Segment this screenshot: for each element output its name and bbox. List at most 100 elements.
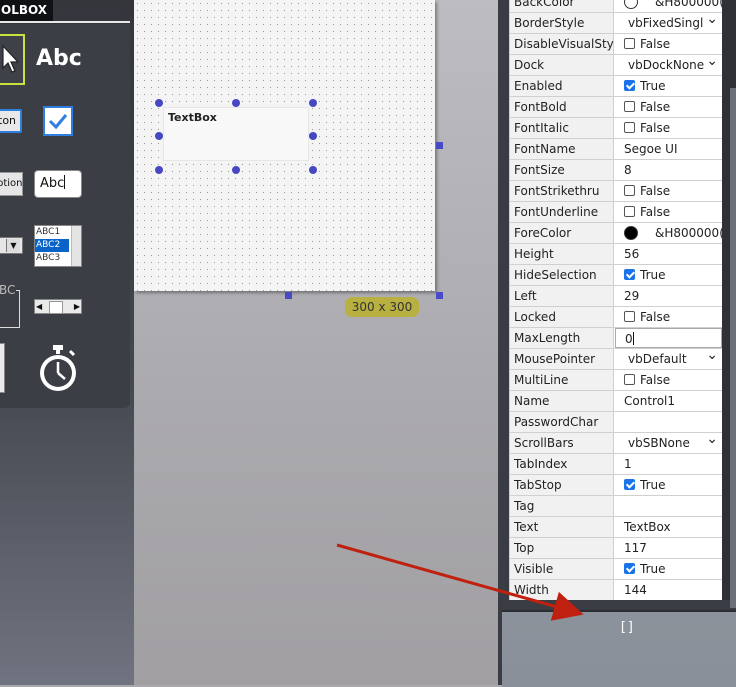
property-row-tabindex[interactable]: TabIndex 1 <box>510 454 722 475</box>
property-row-maxlength[interactable]: MaxLength 0 <box>510 328 722 349</box>
properties-scrollbar-thumb[interactable] <box>730 88 736 608</box>
property-checkbox[interactable] <box>624 185 635 196</box>
property-checkbox[interactable] <box>624 80 635 91</box>
property-row-fontitalic[interactable]: FontItalic False <box>510 118 722 139</box>
chevron-down-icon[interactable]: ⌄ <box>706 55 718 71</box>
resize-handle-se[interactable] <box>309 166 317 174</box>
property-row-forecolor[interactable]: ForeColor &H800000( <box>510 223 722 244</box>
property-row-passwordchar[interactable]: PasswordChar <box>510 412 722 433</box>
property-checkbox[interactable] <box>624 563 635 574</box>
property-row-enabled[interactable]: Enabled True <box>510 76 722 97</box>
property-value[interactable]: 0 <box>615 328 722 348</box>
property-value[interactable]: vbDockNone ⌄ <box>615 55 722 75</box>
property-row-fontstrikethru[interactable]: FontStrikethru False <box>510 181 722 202</box>
property-value[interactable] <box>615 496 722 516</box>
hscrollbar-tool[interactable]: ◀ ▶ <box>34 299 82 314</box>
property-row-tabstop[interactable]: TabStop True <box>510 475 722 496</box>
resize-handle-n[interactable] <box>232 99 240 107</box>
property-row-fontname[interactable]: FontName Segoe UI <box>510 139 722 160</box>
form-resize-handle-e[interactable] <box>436 142 443 149</box>
pointer-tool[interactable] <box>0 34 25 85</box>
property-value[interactable]: False <box>615 34 722 54</box>
combobox-tool[interactable]: ▼ <box>0 237 23 254</box>
property-value[interactable]: False <box>615 202 722 222</box>
property-value[interactable]: True <box>615 76 722 96</box>
property-value[interactable]: 1 <box>615 454 722 474</box>
label-tool[interactable]: Abc <box>36 46 86 76</box>
property-row-name[interactable]: Name Control1 <box>510 391 722 412</box>
property-checkbox[interactable] <box>624 479 635 490</box>
property-value[interactable]: True <box>615 559 722 579</box>
chevron-down-icon[interactable]: ⌄ <box>706 13 718 29</box>
property-value[interactable]: TextBox <box>615 517 722 537</box>
property-value[interactable]: &H800000( <box>615 223 722 243</box>
property-value[interactable]: vbFixedSingl ⌄ <box>615 13 722 33</box>
property-value[interactable]: False <box>615 97 722 117</box>
property-value[interactable]: vbSBNone ⌄ <box>615 433 722 453</box>
resize-handle-w[interactable] <box>155 132 163 140</box>
property-value[interactable]: 144 <box>615 580 722 600</box>
property-row-height[interactable]: Height 56 <box>510 244 722 265</box>
property-row-dock[interactable]: Dock vbDockNone ⌄ <box>510 55 722 76</box>
property-row-borderstyle[interactable]: BorderStyle vbFixedSingl ⌄ <box>510 13 722 34</box>
property-value[interactable]: Segoe UI <box>615 139 722 159</box>
form-resize-handle-s[interactable] <box>285 292 292 299</box>
checkbox-tool[interactable] <box>43 106 73 136</box>
property-value[interactable]: 29 <box>615 286 722 306</box>
property-value[interactable]: &H800000( <box>615 0 722 12</box>
frame-tool[interactable]: BC <box>0 283 20 328</box>
resize-handle-nw[interactable] <box>155 99 163 107</box>
form-resize-handle-se[interactable] <box>436 292 443 299</box>
property-row-width[interactable]: Width 144 <box>510 580 722 600</box>
textbox-control[interactable]: TextBox <box>163 107 309 161</box>
property-value[interactable]: False <box>615 181 722 201</box>
property-row-fontsize[interactable]: FontSize 8 <box>510 160 722 181</box>
resize-handle-sw[interactable] <box>155 166 163 174</box>
property-row-scrollbars[interactable]: ScrollBars vbSBNone ⌄ <box>510 433 722 454</box>
toolbox-tab[interactable]: OLBOX <box>0 0 53 21</box>
option-button-tool[interactable]: ption <box>0 172 23 196</box>
property-row-hideselection[interactable]: HideSelection True <box>510 265 722 286</box>
property-row-visible[interactable]: Visible True <box>510 559 722 580</box>
property-row-text[interactable]: Text TextBox <box>510 517 722 538</box>
property-value[interactable]: 117 <box>615 538 722 558</box>
property-checkbox[interactable] <box>624 311 635 322</box>
resize-handle-e[interactable] <box>309 132 317 140</box>
textbox-tool[interactable]: Abc <box>34 170 82 198</box>
color-swatch[interactable] <box>624 0 638 9</box>
property-checkbox[interactable] <box>624 374 635 385</box>
property-row-left[interactable]: Left 29 <box>510 286 722 307</box>
property-row-fontbold[interactable]: FontBold False <box>510 97 722 118</box>
property-value[interactable]: False <box>615 370 722 390</box>
vscrollbar-tool[interactable] <box>0 343 5 393</box>
property-value[interactable]: 8 <box>615 160 722 180</box>
button-tool[interactable]: ton <box>0 109 22 133</box>
chevron-down-icon[interactable]: ⌄ <box>706 349 718 365</box>
resize-handle-ne[interactable] <box>309 99 317 107</box>
property-checkbox[interactable] <box>624 206 635 217</box>
resize-handle-s[interactable] <box>232 166 240 174</box>
property-row-top[interactable]: Top 117 <box>510 538 722 559</box>
property-row-backcolor[interactable]: BackColor &H800000( <box>510 0 722 13</box>
property-value[interactable]: True <box>615 475 722 495</box>
property-value[interactable] <box>615 412 722 432</box>
property-row-fontunderline[interactable]: FontUnderline False <box>510 202 722 223</box>
property-value[interactable]: False <box>615 118 722 138</box>
property-checkbox[interactable] <box>624 122 635 133</box>
property-value[interactable]: Control1 <box>615 391 722 411</box>
property-checkbox[interactable] <box>624 101 635 112</box>
timer-tool[interactable] <box>36 343 80 395</box>
property-value[interactable]: vbDefault ⌄ <box>615 349 722 369</box>
property-row-disablevisualstyle[interactable]: DisableVisualStyle False <box>510 34 722 55</box>
property-checkbox[interactable] <box>624 269 635 280</box>
chevron-down-icon[interactable]: ⌄ <box>706 433 718 449</box>
listbox-tool[interactable]: ABC1 ABC2 ABC3 <box>34 225 82 267</box>
property-row-tag[interactable]: Tag <box>510 496 722 517</box>
property-edit-input[interactable]: 0 <box>625 332 633 346</box>
property-value[interactable]: True <box>615 265 722 285</box>
property-row-multiline[interactable]: MultiLine False <box>510 370 722 391</box>
property-checkbox[interactable] <box>624 38 635 49</box>
property-value[interactable]: 56 <box>615 244 722 264</box>
property-row-mousepointer[interactable]: MousePointer vbDefault ⌄ <box>510 349 722 370</box>
property-value[interactable]: False <box>615 307 722 327</box>
